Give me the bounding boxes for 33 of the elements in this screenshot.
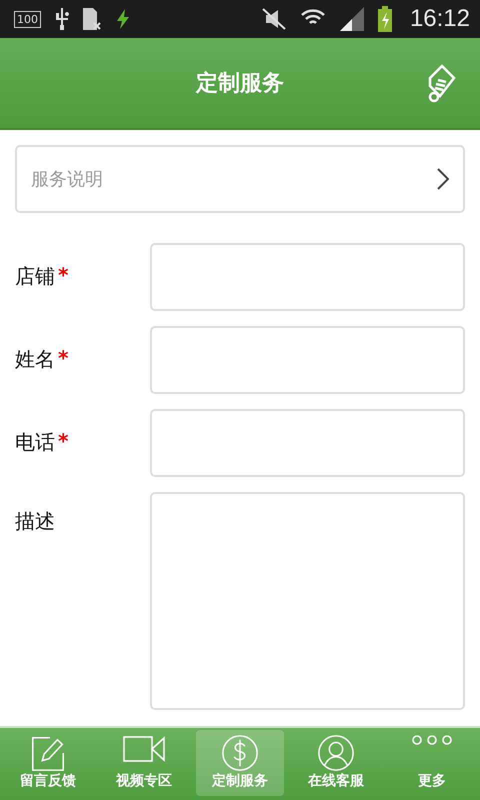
input-field[interactable] <box>150 326 465 394</box>
battery-level-badge: 100 <box>14 10 41 28</box>
required-mark: * <box>58 429 68 455</box>
usb-icon <box>55 8 69 30</box>
required-mark: * <box>58 346 68 372</box>
nav-tab[interactable]: 视频专区 <box>100 730 188 796</box>
muted-speaker-icon <box>262 8 286 30</box>
service-info-row[interactable]: 服务说明 <box>15 145 465 213</box>
field-label: 描述 <box>15 508 55 535</box>
lightning-icon <box>117 9 129 29</box>
chevron-right-icon <box>437 168 449 190</box>
sim-card-icon <box>83 8 103 30</box>
nav-tab[interactable]: 更多 <box>388 730 476 796</box>
battery-icon <box>378 6 392 32</box>
clock-time: 16:12 <box>410 5 470 33</box>
field-label: 店铺 <box>15 263 55 290</box>
field-label: 电话 <box>15 429 55 456</box>
input-field[interactable] <box>150 409 465 477</box>
scroll-icon[interactable] <box>426 64 458 104</box>
nav-tab[interactable]: 在线客服 <box>292 730 380 796</box>
signal-icon <box>340 7 364 31</box>
input-field[interactable] <box>150 243 465 311</box>
dollar-icon <box>220 734 260 772</box>
nav-tab[interactable]: 留言反馈 <box>4 730 92 796</box>
nav-tab[interactable]: 定制服务 <box>196 730 284 796</box>
service-info-label: 服务说明 <box>31 168 103 191</box>
video-camera-icon <box>122 734 166 764</box>
required-mark: * <box>58 263 68 289</box>
field-label: 姓名 <box>15 346 55 373</box>
page-title: 定制服务 <box>196 70 284 98</box>
more-icon <box>411 734 453 746</box>
description-field[interactable] <box>150 492 465 710</box>
user-icon <box>316 734 356 772</box>
